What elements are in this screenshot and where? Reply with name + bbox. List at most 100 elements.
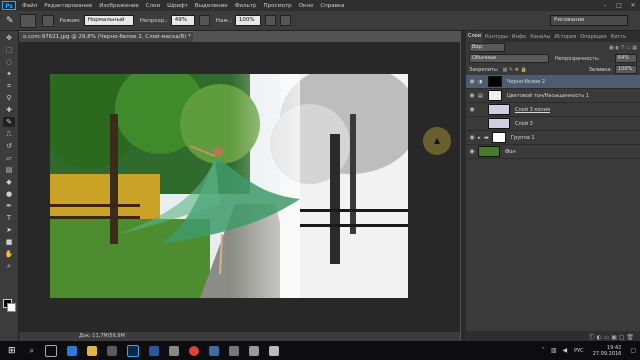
- eraser-tool-icon[interactable]: ▱: [3, 153, 15, 163]
- brush-preset-picker[interactable]: [19, 13, 36, 28]
- menu-select[interactable]: Выделение: [195, 3, 228, 9]
- clock[interactable]: 19:42 27.09.2016: [593, 345, 622, 357]
- lasso-tool-icon[interactable]: ◌: [3, 57, 15, 67]
- document-tab[interactable]: o.com-97621.jpg @ 29,8% (Черно-белое 2, …: [19, 31, 193, 42]
- tray-up-icon[interactable]: ˄: [542, 347, 545, 354]
- word-icon[interactable]: [149, 345, 160, 356]
- app-icon[interactable]: [269, 345, 280, 356]
- document-canvas[interactable]: [50, 74, 408, 298]
- layer-filter-select[interactable]: Вид: [469, 43, 505, 52]
- minimize-icon[interactable]: –: [598, 2, 612, 9]
- layer-name[interactable]: Цветовой тон/Насыщенность 1: [507, 93, 589, 99]
- brush-panel-toggle-icon[interactable]: [41, 14, 54, 27]
- panel-footer-icons[interactable]: ⓕ ◐ ▭ ▣ ▢ 🗑: [589, 332, 634, 341]
- path-select-tool-icon[interactable]: ➤: [3, 225, 15, 235]
- pressure-opacity-icon[interactable]: [198, 15, 210, 26]
- explorer-icon[interactable]: [87, 345, 98, 356]
- volume-icon[interactable]: ◀: [563, 347, 568, 354]
- layer-thumbnail[interactable]: [478, 146, 500, 157]
- clone-stamp-tool-icon[interactable]: ⎍: [3, 129, 15, 139]
- search-icon[interactable]: ⌕: [30, 346, 34, 356]
- type-tool-icon[interactable]: T: [3, 213, 15, 223]
- quick-select-tool-icon[interactable]: ✦: [3, 69, 15, 79]
- layer-mask-thumbnail[interactable]: [492, 132, 506, 143]
- tab-brush[interactable]: Кисть: [609, 34, 628, 40]
- visibility-eye-icon[interactable]: ◉: [466, 134, 478, 141]
- layer-opacity-field[interactable]: 64%: [615, 54, 637, 63]
- eyedropper-tool-icon[interactable]: ⚲: [3, 93, 15, 103]
- app-icon[interactable]: [169, 345, 180, 356]
- task-view-icon[interactable]: [45, 344, 58, 357]
- layer-fill-field[interactable]: 100%: [615, 65, 637, 74]
- layer-row[interactable]: Слой 3: [466, 117, 640, 131]
- filter-icons[interactable]: ▣ ◐ T ▭ ▦: [609, 45, 637, 51]
- layer-name[interactable]: Слой 3: [515, 121, 533, 127]
- mode-select[interactable]: Нормальный: [83, 15, 134, 26]
- history-brush-tool-icon[interactable]: ↺: [3, 141, 15, 151]
- layer-thumbnail[interactable]: [488, 104, 510, 115]
- menu-file[interactable]: Файл: [22, 3, 37, 9]
- dodge-tool-icon[interactable]: ●: [3, 189, 15, 199]
- visibility-eye-icon[interactable]: ◉: [466, 92, 478, 99]
- app-icon[interactable]: [229, 345, 240, 356]
- menu-edit[interactable]: Редактирование: [44, 3, 92, 9]
- blur-tool-icon[interactable]: ◆: [3, 177, 15, 187]
- blend-mode-select[interactable]: Обычные: [469, 54, 549, 63]
- close-icon[interactable]: ✕: [626, 2, 640, 9]
- brush-tool-icon[interactable]: ✎: [3, 117, 15, 127]
- layer-name[interactable]: Группа 1: [511, 135, 535, 141]
- opacity-field[interactable]: 49%: [170, 15, 195, 26]
- menu-filter[interactable]: Фильтр: [235, 3, 257, 9]
- zoom-tool-icon[interactable]: ⌕: [3, 261, 15, 271]
- layer-row[interactable]: ◉ ◑ Черно-белое 2: [466, 75, 640, 89]
- pen-tool-icon[interactable]: ✒: [3, 201, 15, 211]
- move-tool-icon[interactable]: ✥: [3, 33, 15, 43]
- crop-tool-icon[interactable]: ⌗: [3, 81, 15, 91]
- chrome-icon[interactable]: [189, 345, 200, 356]
- menu-view[interactable]: Просмотр: [263, 3, 291, 9]
- network-icon[interactable]: ▥: [551, 347, 557, 354]
- photoshop-taskbar-icon[interactable]: [127, 344, 140, 357]
- menu-window[interactable]: Окно: [299, 3, 314, 9]
- visibility-eye-icon[interactable]: ◉: [466, 78, 478, 85]
- app-icon[interactable]: [249, 345, 260, 356]
- visibility-eye-icon[interactable]: ◉: [466, 106, 478, 113]
- app-icon[interactable]: [209, 345, 220, 356]
- layer-mask-thumbnail[interactable]: [488, 76, 502, 87]
- marquee-tool-icon[interactable]: ⬚: [3, 45, 15, 55]
- notifications-icon[interactable]: ▢: [630, 347, 636, 354]
- tab-actions[interactable]: Операции: [578, 34, 608, 40]
- layer-name[interactable]: Черно-белое 2: [507, 79, 545, 85]
- tab-channels[interactable]: Каналы: [528, 34, 552, 40]
- menu-type[interactable]: Шрифт: [167, 3, 188, 9]
- menu-layers[interactable]: Слои: [146, 3, 160, 9]
- layer-row[interactable]: ◉ Фон: [466, 145, 640, 159]
- layer-row[interactable]: ◉ ▸ ▬ Группа 1: [466, 131, 640, 145]
- layer-name[interactable]: Слой 3 копия: [515, 107, 550, 113]
- background-color-swatch[interactable]: [7, 303, 16, 312]
- brush-tool-icon[interactable]: ✎: [6, 16, 14, 26]
- pressure-size-icon[interactable]: [279, 15, 291, 26]
- menu-image[interactable]: Изображение: [99, 3, 139, 9]
- tab-paths[interactable]: Контуры: [483, 34, 510, 40]
- gradient-tool-icon[interactable]: ▤: [3, 165, 15, 175]
- maximize-icon[interactable]: □: [612, 2, 626, 9]
- edge-icon[interactable]: [67, 345, 78, 356]
- layer-row[interactable]: ◉ ▤ Цветовой тон/Насыщенность 1: [466, 89, 640, 103]
- language-indicator[interactable]: РУС: [574, 348, 584, 354]
- lock-icons[interactable]: ▦ ✎ ✥ 🔒: [503, 67, 527, 73]
- tab-info[interactable]: Инфо: [510, 34, 528, 40]
- store-icon[interactable]: [107, 345, 118, 356]
- tab-layers[interactable]: Слои: [466, 31, 483, 42]
- healing-tool-icon[interactable]: ✚: [3, 105, 15, 115]
- tab-history[interactable]: История: [552, 34, 578, 40]
- layer-name[interactable]: Фон: [505, 149, 516, 155]
- airbrush-icon[interactable]: [264, 15, 276, 26]
- workspace-select[interactable]: Рисование: [550, 15, 628, 26]
- start-icon[interactable]: ⊞: [8, 346, 16, 356]
- visibility-eye-icon[interactable]: ◉: [466, 148, 478, 155]
- flow-field[interactable]: 100%: [234, 15, 261, 26]
- hand-tool-icon[interactable]: ✋: [3, 249, 15, 259]
- layer-mask-thumbnail[interactable]: [488, 90, 502, 101]
- menu-help[interactable]: Справка: [320, 3, 344, 9]
